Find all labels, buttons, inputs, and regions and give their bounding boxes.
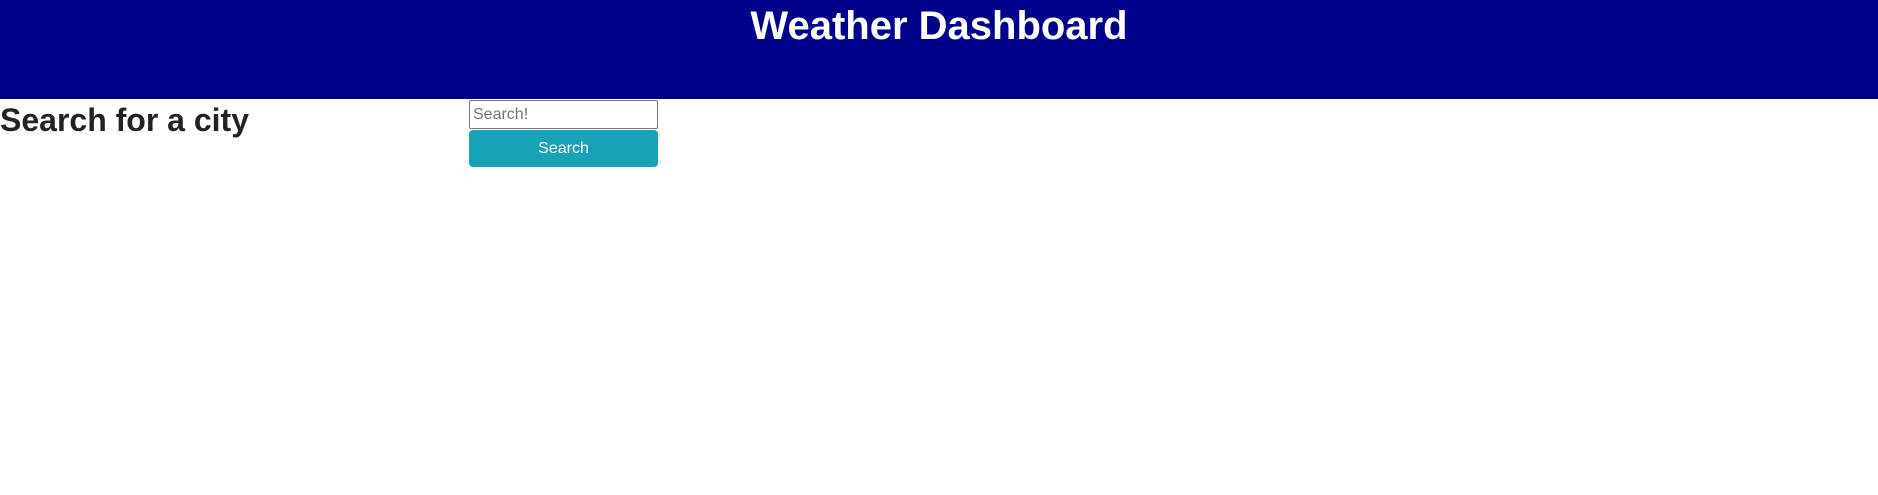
search-button[interactable]: Search bbox=[469, 130, 658, 167]
page-title: Weather Dashboard bbox=[750, 4, 1128, 48]
search-input[interactable] bbox=[469, 100, 658, 129]
main-content: Search for a city Search bbox=[0, 99, 1878, 495]
search-heading: Search for a city bbox=[0, 102, 249, 138]
page-header: Weather Dashboard bbox=[0, 0, 1878, 99]
